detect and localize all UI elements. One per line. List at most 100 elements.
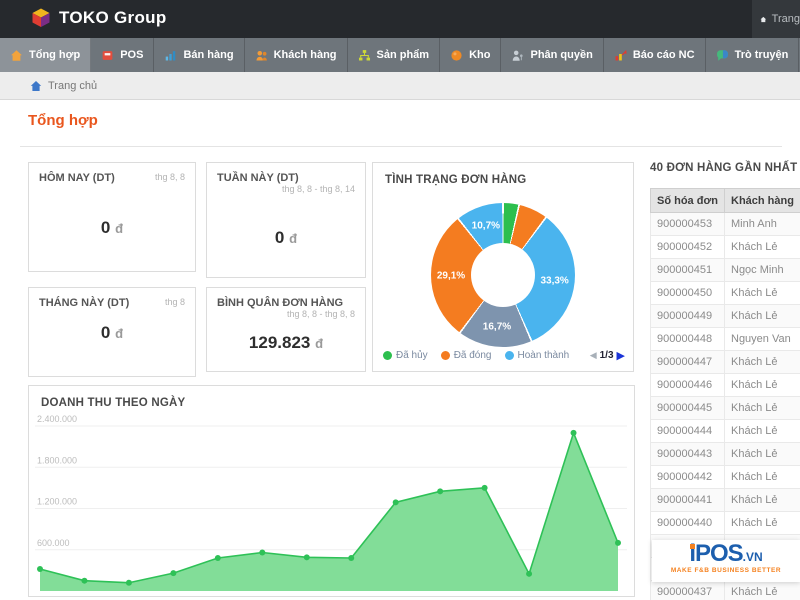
data-point[interactable] xyxy=(304,554,310,560)
nav-tab-san-pham[interactable]: Sản phẩm xyxy=(348,38,441,72)
legend-item[interactable]: Đã đóng xyxy=(441,350,492,361)
ipos-tagline: MAKE F&B BUSINESS BETTER xyxy=(652,567,800,574)
nav-tab-pos[interactable]: POS xyxy=(91,38,154,72)
nav-tab-kho[interactable]: Kho xyxy=(440,38,501,72)
stat-card-period: thg 8 xyxy=(165,297,185,309)
legend-pagination: ◀ 1/3 ▶ xyxy=(590,349,625,362)
table-row[interactable]: 900000451Ngọc Minh xyxy=(651,259,800,282)
sitemap-icon xyxy=(358,49,371,62)
nav-tab-label: Bán hàng xyxy=(183,49,233,61)
bar-chart-icon xyxy=(164,49,177,62)
stat-card-value: 0 đ xyxy=(207,228,365,248)
breadcrumb: Trang chủ xyxy=(0,72,800,100)
donut-slice-percent: 10,7% xyxy=(472,220,500,231)
cell-customer-name: Khách Lẻ xyxy=(725,282,800,305)
table-row[interactable]: 900000443Khách Lẻ xyxy=(651,443,800,466)
table-row[interactable]: 900000447Khách Lẻ xyxy=(651,351,800,374)
nav-tab-phan-quyen[interactable]: Phân quyền xyxy=(501,38,603,72)
order-status-panel: TÌNH TRẠNG ĐƠN HÀNG Đã hủyĐã đóngHoàn th… xyxy=(372,162,634,372)
stat-card-today: HÔM NAY (DT) thg 8, 8 0 đ xyxy=(28,162,196,272)
nav-tab-khach-hang[interactable]: Khách hàng xyxy=(245,38,348,72)
nav-tab-label: Tổng hợp xyxy=(29,49,80,61)
table-row[interactable]: 900000446Khách Lẻ xyxy=(651,374,800,397)
data-point[interactable] xyxy=(37,566,43,572)
home-icon xyxy=(10,49,23,62)
report-chart-icon xyxy=(614,49,627,62)
revenue-area-chart[interactable]: 2.400.0001.800.0001.200.000600.000 xyxy=(29,386,634,596)
table-row[interactable]: 900000453Minh Anh xyxy=(651,213,800,236)
cell-invoice-number: 900000444 xyxy=(651,420,725,443)
y-axis-tick-label: 2.400.000 xyxy=(37,414,77,424)
breadcrumb-item-home[interactable]: Trang chủ xyxy=(48,80,97,92)
stat-card-period: thg 8, 8 - thg 8, 14 xyxy=(282,184,355,194)
cell-customer-name: Khách Lẻ xyxy=(725,489,800,512)
nav-tab-tro-truyen[interactable]: Trò truyện xyxy=(706,38,800,72)
data-point[interactable] xyxy=(437,488,443,494)
cell-invoice-number: 900000446 xyxy=(651,374,725,397)
pos-terminal-icon xyxy=(101,49,114,62)
legend-label: Đã đóng xyxy=(454,350,492,361)
stat-card-value: 0 đ xyxy=(29,218,195,238)
cell-customer-name: Khách Lẻ xyxy=(725,443,800,466)
recent-orders-table: Số hóa đơn Khách hàng 900000453Minh Anh9… xyxy=(650,188,800,600)
cell-customer-name: Khách Lẻ xyxy=(725,581,800,600)
nav-tab-bao-cao-nc[interactable]: Báo cáo NC xyxy=(604,38,706,72)
ipos-logo-dot xyxy=(690,544,695,549)
legend-label: Đã hủy xyxy=(396,350,428,361)
column-header-invoice[interactable]: Số hóa đơn xyxy=(651,189,725,213)
table-row[interactable]: 900000442Khách Lẻ xyxy=(651,466,800,489)
data-point[interactable] xyxy=(482,485,488,491)
stat-card-value: 129.823 đ xyxy=(207,333,365,353)
page-title: Tổng hợp xyxy=(28,112,98,129)
cell-customer-name: Ngọc Minh xyxy=(725,259,800,282)
data-point[interactable] xyxy=(348,555,354,561)
data-point[interactable] xyxy=(259,550,265,556)
cell-invoice-number: 900000440 xyxy=(651,512,725,535)
cell-customer-name: Khách Lẻ xyxy=(725,420,800,443)
table-row[interactable]: 900000441Khách Lẻ xyxy=(651,489,800,512)
table-row[interactable]: 900000437Khách Lẻ xyxy=(651,581,800,600)
data-point[interactable] xyxy=(393,499,399,505)
data-point[interactable] xyxy=(615,540,621,546)
data-point[interactable] xyxy=(215,555,221,561)
stat-card-period: thg 8, 8 xyxy=(155,172,185,184)
data-point[interactable] xyxy=(571,430,577,436)
cell-invoice-number: 900000437 xyxy=(651,581,725,600)
chat-icon xyxy=(716,49,729,62)
y-axis-tick-label: 1.200.000 xyxy=(37,497,77,507)
table-row[interactable]: 900000452Khách Lẻ xyxy=(651,236,800,259)
stat-card-this-month: THÁNG NÀY (DT) thg 8 0 đ xyxy=(28,287,196,377)
brand-logo: TOKO Group xyxy=(30,7,167,29)
cell-customer-name: Khách Lẻ xyxy=(725,351,800,374)
brand-name: TOKO Group xyxy=(59,8,167,28)
data-point[interactable] xyxy=(526,571,532,577)
donut-slice-percent: 33,3% xyxy=(540,276,568,287)
ipos-logo: iPOS.VN xyxy=(689,542,762,566)
legend-page-number: 1/3 xyxy=(600,350,614,361)
nav-tab-label: Sản phẩm xyxy=(377,49,430,61)
cell-invoice-number: 900000447 xyxy=(651,351,725,374)
table-row[interactable]: 900000445Khách Lẻ xyxy=(651,397,800,420)
data-point[interactable] xyxy=(81,578,87,584)
table-row[interactable]: 900000448Nguyen Van xyxy=(651,328,800,351)
chevron-left-icon[interactable]: ◀ xyxy=(590,350,597,361)
table-row[interactable]: 900000440Khách Lẻ xyxy=(651,512,800,535)
nav-tab-ban-hang[interactable]: Bán hàng xyxy=(154,38,244,72)
table-row[interactable]: 900000450Khách Lẻ xyxy=(651,282,800,305)
column-header-customer[interactable]: Khách hàng xyxy=(725,189,800,213)
table-row[interactable]: 900000449Khách Lẻ xyxy=(651,305,800,328)
legend-item[interactable]: Hoàn thành xyxy=(505,350,570,361)
table-row[interactable]: 900000444Khách Lẻ xyxy=(651,420,800,443)
chevron-right-icon[interactable]: ▶ xyxy=(617,349,625,362)
user-permission-icon xyxy=(511,49,524,62)
cell-invoice-number: 900000441 xyxy=(651,489,725,512)
nav-tab-tong-hop[interactable]: Tổng hợp xyxy=(0,38,91,72)
stat-card-period: thg 8, 8 - thg 8, 8 xyxy=(287,309,355,319)
data-point[interactable] xyxy=(170,570,176,576)
legend-item[interactable]: Đã hủy xyxy=(383,350,428,361)
toko-cube-icon xyxy=(30,7,52,29)
legend-dot xyxy=(505,351,514,360)
topbar-home-button[interactable]: Trang xyxy=(752,0,800,38)
y-axis-tick-label: 600.000 xyxy=(37,538,70,548)
data-point[interactable] xyxy=(126,580,132,586)
